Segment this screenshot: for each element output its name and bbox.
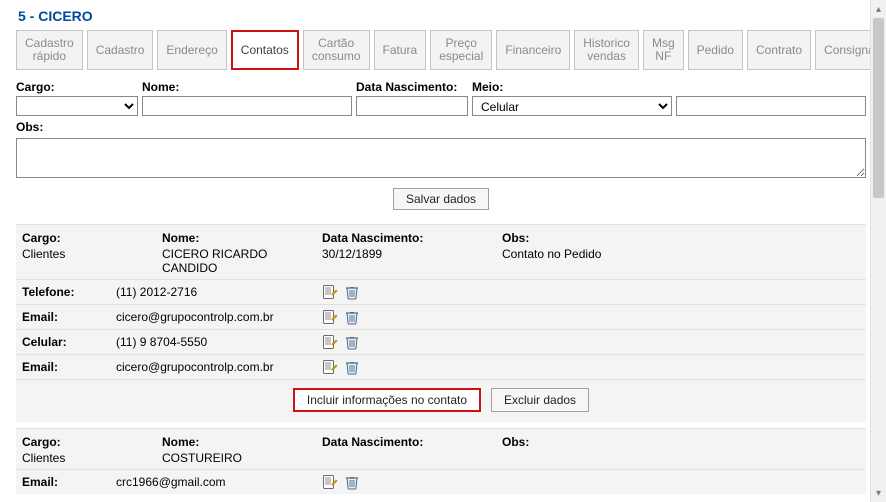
tab-bar: Cadastro rápidoCadastroEndereçoContatosC…	[16, 30, 866, 70]
method-label: Email:	[22, 310, 116, 324]
trash-icon[interactable]	[344, 359, 360, 375]
meio-label: Meio:	[472, 78, 672, 96]
method-value: cicero@grupocontrolp.com.br	[116, 360, 322, 374]
tab-11[interactable]: Contrato	[747, 30, 811, 70]
tab-9[interactable]: Msg NF	[643, 30, 684, 70]
method-label: Email:	[22, 360, 116, 374]
contact-obs_label: Obs:	[502, 231, 722, 245]
obs-textarea[interactable]	[16, 138, 866, 178]
tab-2[interactable]: Endereço	[157, 30, 226, 70]
method-value: (11) 9 8704-5550	[116, 335, 322, 349]
contact-cargo_value: Clientes	[22, 247, 162, 261]
tab-8[interactable]: Historico vendas	[574, 30, 639, 70]
scroll-up-arrow-icon[interactable]: ▴	[871, 0, 886, 18]
contact-header: Cargo: ClientesNome: COSTUREIROData Nascim…	[16, 429, 866, 469]
contact-block: Cargo: ClientesNome: COSTUREIROData Nascim…	[16, 428, 866, 494]
delete-data-button[interactable]: Excluir dados	[491, 388, 589, 412]
scrollbar-thumb[interactable]	[873, 18, 884, 198]
cargo-label: Cargo:	[16, 78, 138, 96]
contact-method-row: Celular:(11) 9 8704-5550	[16, 329, 866, 354]
edit-icon[interactable]	[322, 359, 338, 375]
trash-icon[interactable]	[344, 284, 360, 300]
main-scroll-area[interactable]: 5 - CICERO Cadastro rápidoCadastroEndere…	[0, 0, 870, 502]
tab-6[interactable]: Preço especial	[430, 30, 492, 70]
tab-10[interactable]: Pedido	[688, 30, 743, 70]
contact-obs_value: Contato no Pedido	[502, 247, 722, 261]
meio-extra-label	[676, 78, 866, 96]
contact-header: Cargo: ClientesNome: CICERO RICARDO CANDID…	[16, 225, 866, 279]
tab-3[interactable]: Contatos	[231, 30, 299, 70]
method-label: Email:	[22, 475, 116, 489]
page-title: 5 - CICERO	[16, 0, 866, 30]
contact-cargo_value: Clientes	[22, 451, 162, 465]
tab-4[interactable]: Cartão consumo	[303, 30, 370, 70]
method-label: Celular:	[22, 335, 116, 349]
contact-nome_label: Nome:	[162, 231, 322, 245]
scroll-down-arrow-icon[interactable]: ▾	[871, 484, 886, 502]
contact-dn_label: Data Nascimento:	[322, 231, 502, 245]
tab-5[interactable]: Fatura	[374, 30, 427, 70]
data-nasc-input[interactable]	[356, 96, 468, 116]
obs-label: Obs:	[16, 120, 866, 134]
cargo-select[interactable]	[16, 96, 138, 116]
contact-nome_label: Nome:	[162, 435, 322, 449]
tab-0[interactable]: Cadastro rápido	[16, 30, 83, 70]
trash-icon[interactable]	[344, 309, 360, 325]
contact-block: Cargo: ClientesNome: CICERO RICARDO CANDID…	[16, 224, 866, 422]
trash-icon[interactable]	[344, 334, 360, 350]
method-value: cicero@grupocontrolp.com.br	[116, 310, 322, 324]
method-value: crc1966@gmail.com	[116, 475, 322, 489]
contact-method-row: Email:cicero@grupocontrolp.com.br	[16, 304, 866, 329]
save-button[interactable]: Salvar dados	[393, 188, 489, 210]
trash-icon[interactable]	[344, 474, 360, 490]
edit-icon[interactable]	[322, 284, 338, 300]
contact-nome_value: COSTUREIRO	[162, 451, 322, 465]
contact-method-row: Telefone:(11) 2012-2716	[16, 279, 866, 304]
contact-method-row: Email:cicero@grupocontrolp.com.br	[16, 354, 866, 379]
tab-7[interactable]: Financeiro	[496, 30, 570, 70]
edit-icon[interactable]	[322, 474, 338, 490]
contact-cargo_label: Cargo:	[22, 435, 162, 449]
contact-nome_value: CICERO RICARDO CANDIDO	[162, 247, 322, 275]
edit-icon[interactable]	[322, 334, 338, 350]
contact-obs_label: Obs:	[502, 435, 722, 449]
method-label: Telefone:	[22, 285, 116, 299]
contact-dn_value: 30/12/1899	[322, 247, 502, 261]
meio-extra-input[interactable]	[676, 96, 866, 116]
data-nasc-label: Data Nascimento:	[356, 78, 468, 96]
vertical-scrollbar[interactable]: ▴ ▾	[870, 0, 886, 502]
contact-dn_label: Data Nascimento:	[322, 435, 502, 449]
tab-1[interactable]: Cadastro	[87, 30, 154, 70]
edit-icon[interactable]	[322, 309, 338, 325]
meio-select[interactable]: Celular	[472, 96, 672, 116]
nome-input[interactable]	[142, 96, 352, 116]
contact-cargo_label: Cargo:	[22, 231, 162, 245]
contact-method-row: Email:crc1966@gmail.com	[16, 469, 866, 494]
nome-label: Nome:	[142, 78, 352, 96]
tab-12[interactable]: Consignação	[815, 30, 870, 70]
contact-actions: Incluir informações no contato Excluir da…	[16, 379, 866, 422]
include-info-button[interactable]: Incluir informações no contato	[293, 388, 481, 412]
method-value: (11) 2012-2716	[116, 285, 322, 299]
